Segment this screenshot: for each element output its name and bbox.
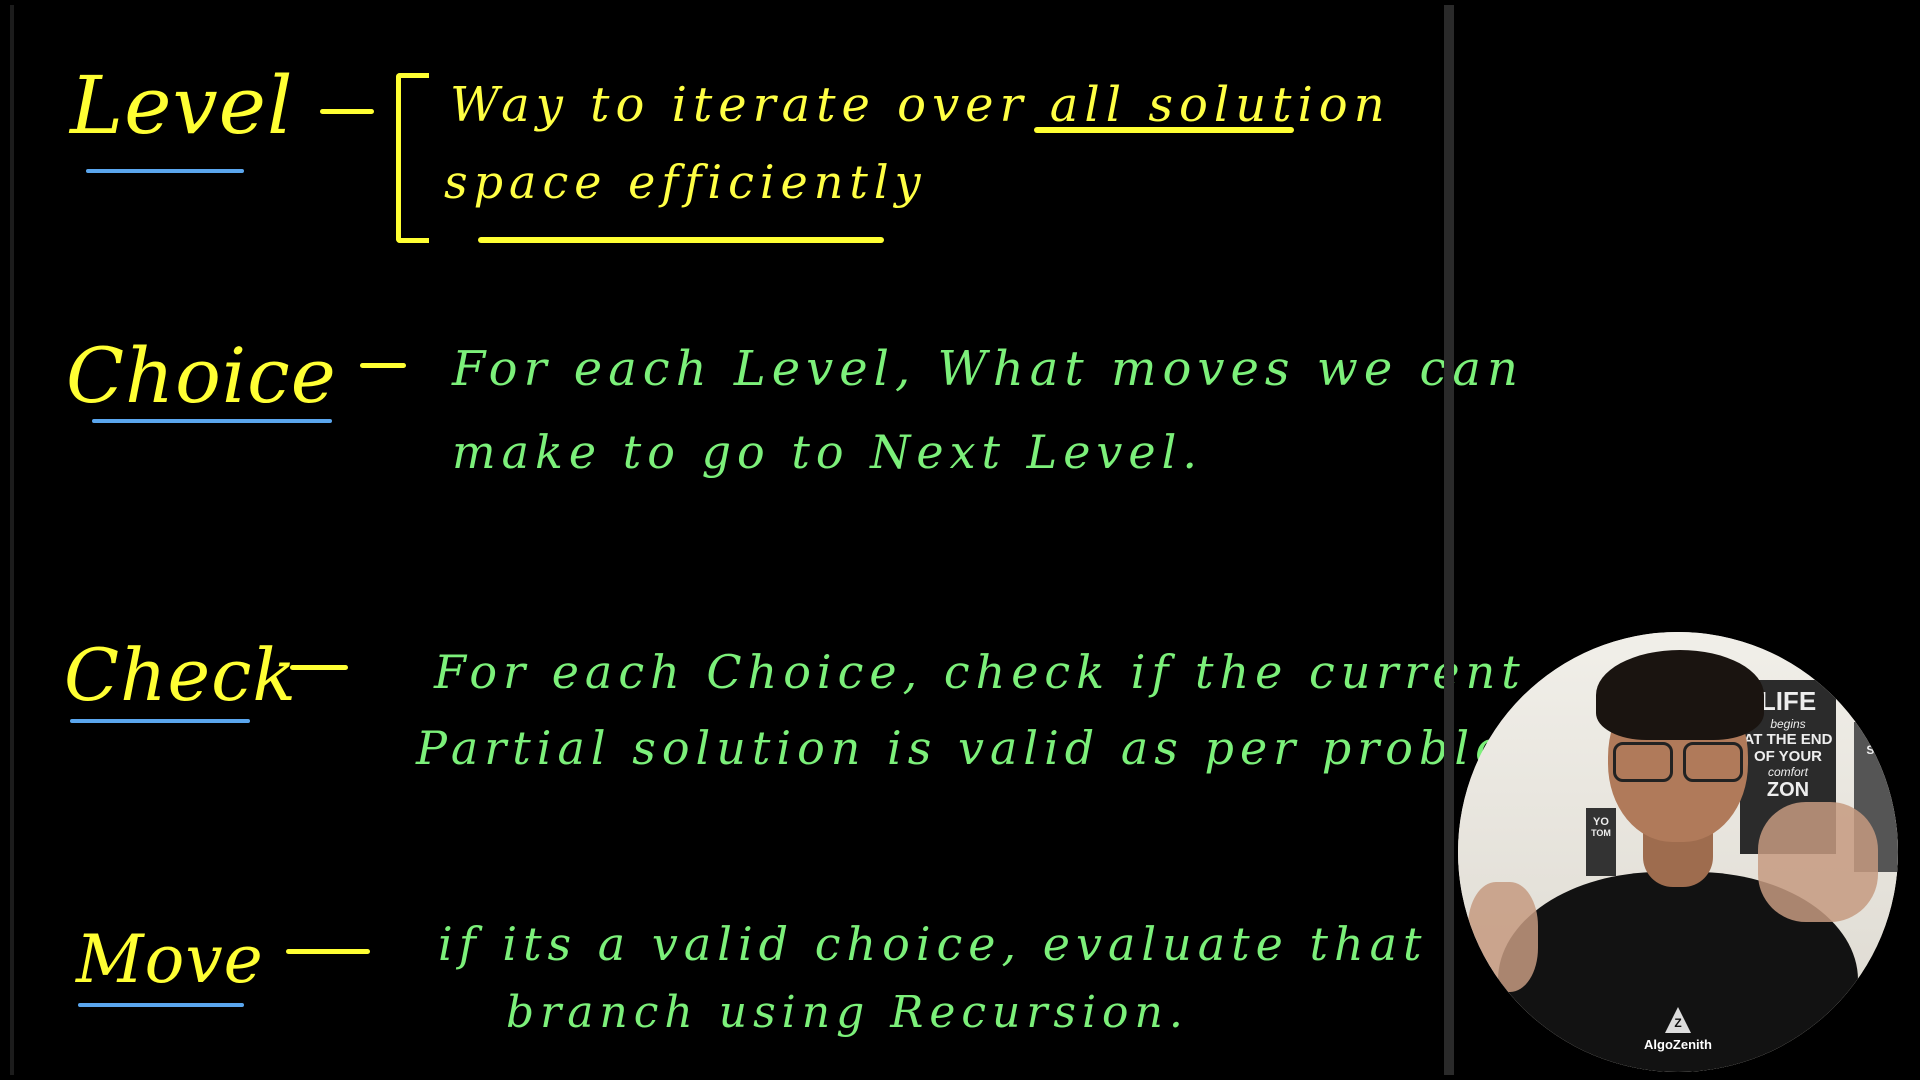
presenter-hand-left (1468, 882, 1538, 992)
presenter-glasses (1613, 742, 1743, 782)
term-choice: Choice (66, 331, 337, 420)
level-bracket (396, 73, 429, 243)
whiteboard: Level Way to iterate over all solution s… (10, 5, 1552, 1075)
presenter-webcam: LIFE begins AT THE END OF YOUR comfort Z… (1458, 632, 1898, 1072)
brand-text: AlgoZenith (1644, 1037, 1712, 1052)
poster-right-line: SUB (1866, 743, 1892, 757)
poster-line: AT THE END (1743, 731, 1833, 748)
check-dash (290, 665, 348, 670)
brand-icon: Z (1665, 1007, 1691, 1033)
term-check: Check (64, 633, 298, 717)
presenter-hair (1596, 650, 1764, 740)
level-highlight-all-solution (1034, 127, 1294, 133)
level-line-2: space efficiently (444, 155, 927, 209)
level-highlight-space-efficiently (478, 237, 884, 243)
poster-line: ZON (1766, 779, 1810, 801)
term-level-underline (86, 169, 244, 173)
choice-line-2: make to go to Next Level. (452, 425, 1203, 479)
poster-line: OF YOUR (1753, 748, 1823, 765)
term-choice-underline (92, 419, 332, 423)
poster-line: comfort (1767, 765, 1808, 779)
poster-left: YO TOM (1586, 808, 1616, 876)
term-check-underline (70, 719, 250, 723)
move-line-2: branch using Recursion. (506, 987, 1189, 1038)
poster-left-line: YO (1593, 816, 1609, 828)
check-line-1: For each Choice, check if the current (434, 645, 1526, 699)
level-line-1: Way to iterate over all solution (450, 77, 1391, 133)
term-level: Level (70, 59, 294, 152)
term-move: Move (76, 921, 264, 998)
check-line-2: Partial solution is valid as per problem (416, 721, 1558, 775)
board-divider (1444, 5, 1454, 1075)
move-line-1: if its a valid choice, evaluate that (438, 917, 1428, 971)
presenter-hand-right (1758, 802, 1878, 922)
shirt-brand-logo: Z AlgoZenith (1633, 1007, 1723, 1052)
term-move-underline (78, 1003, 244, 1007)
move-dash (286, 949, 370, 954)
choice-dash (360, 363, 406, 368)
poster-right-line: THER (1865, 732, 1893, 743)
level-dash (320, 109, 374, 114)
poster-left-line: TOM (1591, 828, 1611, 838)
choice-line-1: For each Level, What moves we can (452, 341, 1524, 397)
